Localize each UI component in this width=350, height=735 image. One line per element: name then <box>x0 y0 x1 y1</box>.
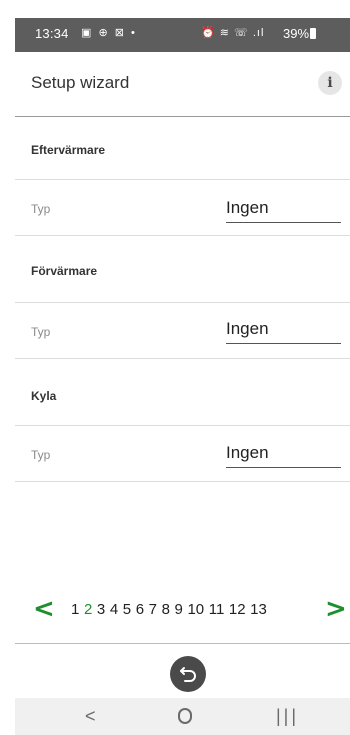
eftervarmare-type-dropdown[interactable]: Ingen <box>226 198 341 223</box>
app-header: Setup wizard i <box>15 52 350 117</box>
undo-arrow-icon <box>180 667 196 682</box>
section-title: Eftervärmare <box>31 143 106 157</box>
forvarmare-type-dropdown[interactable]: Ingen <box>226 319 341 344</box>
page-number-3[interactable]: 3 <box>97 601 105 618</box>
prev-page-button[interactable]: < <box>33 594 55 624</box>
system-icons: ⏰ ≋ ☏ .ıl <box>201 27 265 39</box>
notification-icons: ▣ ⊕ ⊠ • <box>81 27 137 39</box>
status-time: 13:34 <box>35 26 69 41</box>
page-number-2[interactable]: 2 <box>84 601 92 618</box>
page-number-12[interactable]: 12 <box>229 601 246 618</box>
battery-indicator: 39% <box>283 26 317 41</box>
type-label: Typ <box>31 325 51 339</box>
section-header-eftervarmare: Eftervärmare <box>15 117 350 180</box>
page-number-7[interactable]: 7 <box>149 601 157 618</box>
undo-back-button[interactable] <box>170 656 206 692</box>
nav-recents-button[interactable]: ||| <box>276 706 299 727</box>
info-button[interactable]: i <box>318 71 342 95</box>
page-number-6[interactable]: 6 <box>136 601 144 618</box>
next-page-button[interactable]: > <box>325 594 347 624</box>
section-title: Kyla <box>31 389 57 403</box>
dropdown-value: Ingen <box>226 443 269 462</box>
wizard-pager: < 1 2 3 4 5 6 7 8 9 10 11 12 13 > <box>15 590 350 630</box>
type-label: Typ <box>31 448 51 462</box>
info-icon: i <box>327 75 333 91</box>
page-number-4[interactable]: 4 <box>110 601 118 618</box>
dropdown-value: Ingen <box>226 198 269 217</box>
nav-back-button[interactable]: < <box>85 706 96 727</box>
nav-home-button[interactable] <box>178 708 192 724</box>
page-numbers: 1 2 3 4 5 6 7 8 9 10 11 12 13 <box>71 601 271 618</box>
kyla-type-dropdown[interactable]: Ingen <box>226 443 341 468</box>
page-number-13[interactable]: 13 <box>250 601 267 618</box>
page-number-5[interactable]: 5 <box>123 601 131 618</box>
battery-icon <box>310 28 317 39</box>
status-bar: 13:34 ▣ ⊕ ⊠ • ⏰ ≋ ☏ .ıl 39% <box>15 18 350 52</box>
section-header-kyla: Kyla <box>15 359 350 426</box>
section-header-forvarmare: Förvärmare <box>15 236 350 303</box>
dropdown-value: Ingen <box>226 319 269 338</box>
page-number-8[interactable]: 8 <box>162 601 170 618</box>
page-number-10[interactable]: 10 <box>187 601 204 618</box>
battery-percent: 39% <box>283 26 310 41</box>
screen: 13:34 ▣ ⊕ ⊠ • ⏰ ≋ ☏ .ıl 39% Setup wizard… <box>0 0 350 735</box>
page-title: Setup wizard <box>31 73 130 92</box>
page-number-9[interactable]: 9 <box>175 601 183 618</box>
setting-row-kyla-type[interactable]: Typ Ingen <box>15 426 350 482</box>
system-nav-bar: < ||| <box>15 698 350 735</box>
setting-row-eftervarmare-type[interactable]: Typ Ingen <box>15 180 350 236</box>
type-label: Typ <box>31 202 51 216</box>
bottom-bar <box>15 643 350 699</box>
page-number-1[interactable]: 1 <box>71 601 79 618</box>
setting-row-forvarmare-type[interactable]: Typ Ingen <box>15 303 350 359</box>
section-title: Förvärmare <box>31 264 98 278</box>
page-number-11[interactable]: 11 <box>209 601 225 618</box>
